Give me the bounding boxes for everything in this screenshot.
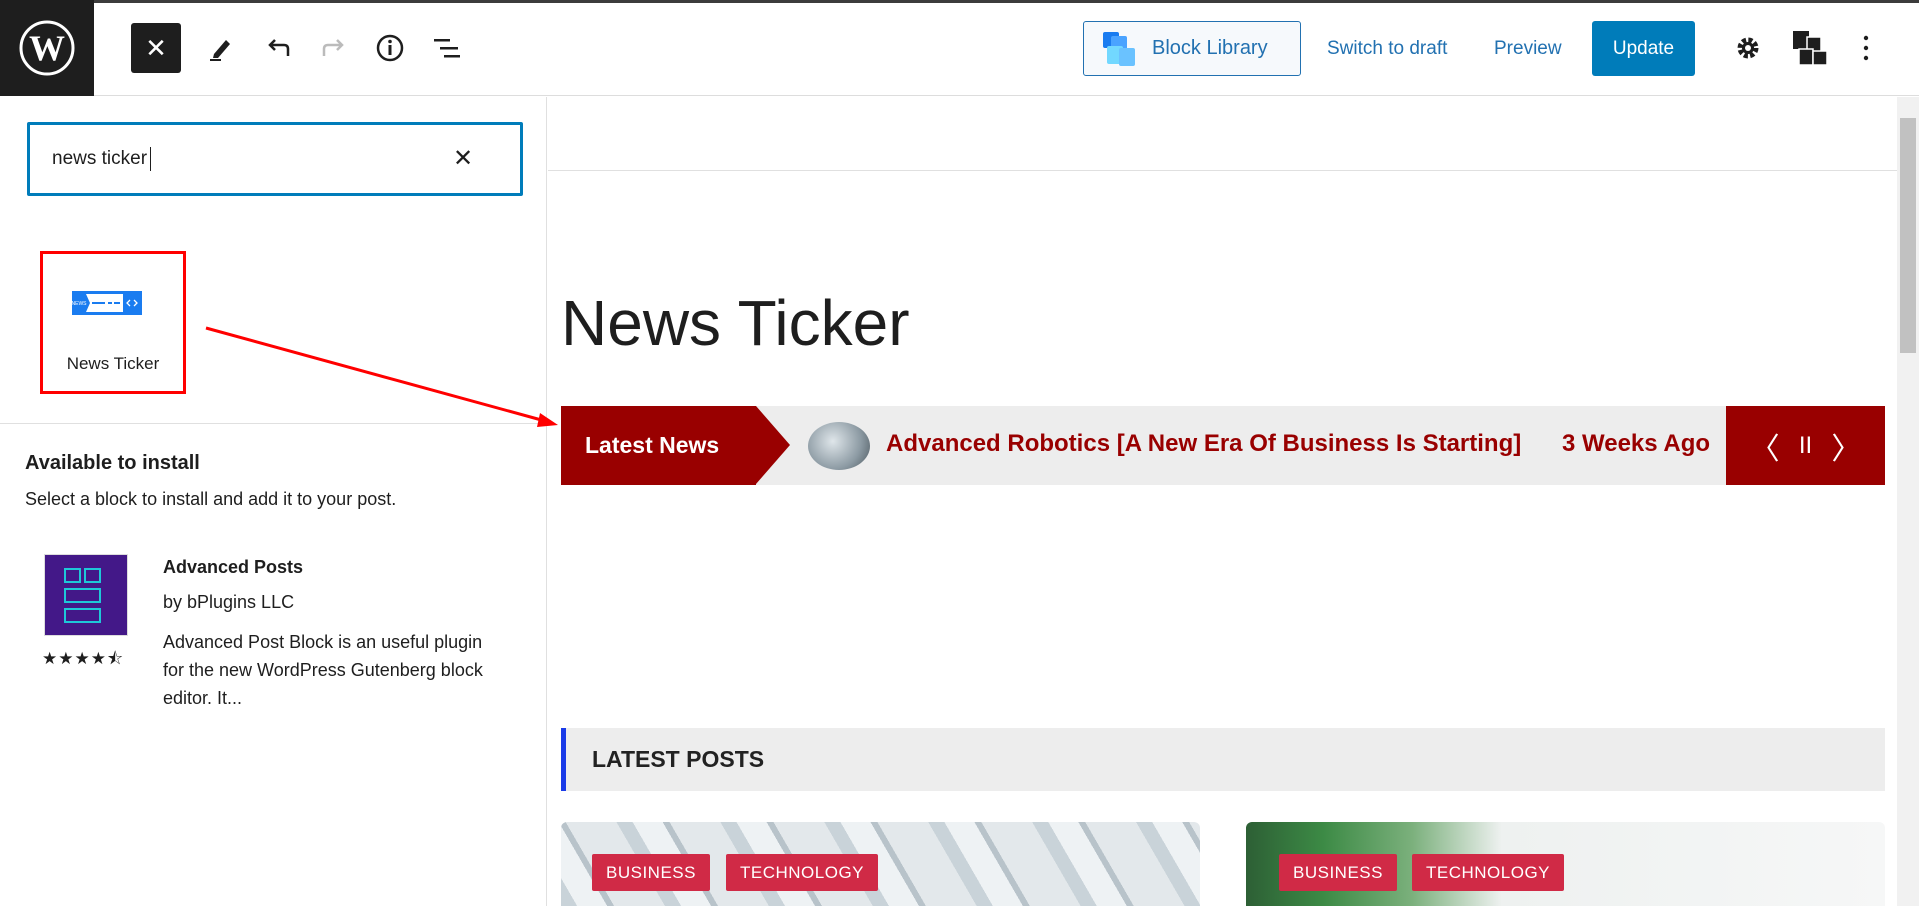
block-result-label: News Ticker <box>66 354 160 373</box>
available-to-install-heading: Available to install <box>25 452 200 474</box>
ticker-label-arrow <box>756 406 790 484</box>
switch-to-draft-button[interactable]: Switch to draft <box>1327 21 1447 76</box>
ticker-controls: 〈 II 〉 <box>1726 406 1885 485</box>
settings-gear-icon[interactable] <box>1728 28 1768 68</box>
sidebar-divider <box>0 423 547 424</box>
scrollbar-thumb[interactable] <box>1900 118 1916 353</box>
block-library-button[interactable]: Block Library <box>1083 21 1301 76</box>
update-button[interactable]: Update <box>1592 21 1695 76</box>
wordpress-icon: W <box>19 20 75 76</box>
advanced-posts-plugin-icon[interactable] <box>44 554 128 636</box>
block-library-icon <box>1103 31 1135 66</box>
category-tag[interactable]: BUSINESS <box>592 854 710 891</box>
block-library-label: Block Library <box>1152 37 1268 59</box>
preview-button[interactable]: Preview <box>1494 21 1562 76</box>
ticker-thumbnail <box>808 422 870 470</box>
news-ticker-block-icon: NEWS <box>72 291 142 315</box>
block-result-news-ticker[interactable]: NEWS News Ticker <box>40 251 186 394</box>
ticker-headline[interactable]: Advanced Robotics [A New Era Of Business… <box>886 430 1521 458</box>
plugin-description: Advanced Post Block is an useful plugin … <box>163 632 483 708</box>
category-tag[interactable]: TECHNOLOGY <box>726 854 879 891</box>
category-tag[interactable]: BUSINESS <box>1279 854 1397 891</box>
plugin-rating-stars: ★★★★⯪ <box>42 649 125 668</box>
undo-icon[interactable] <box>258 28 298 68</box>
wordpress-logo[interactable]: W <box>0 0 94 96</box>
latest-posts-title: LATEST POSTS <box>592 746 765 772</box>
svg-text:W: W <box>29 28 65 68</box>
edit-pencil-icon[interactable] <box>200 28 240 68</box>
ticker-time: 3 Weeks Ago <box>1562 430 1711 457</box>
ticker-pause-icon[interactable]: II <box>1799 432 1812 460</box>
editor-header-divider <box>548 170 1897 171</box>
latest-posts-heading: LATEST POSTS <box>561 728 1885 791</box>
plugin-author: by bPlugins LLC <box>163 592 295 612</box>
plugin-title[interactable]: Advanced Posts <box>163 557 303 578</box>
category-tag[interactable]: TECHNOLOGY <box>1412 854 1565 891</box>
close-inserter-button[interactable]: ✕ <box>131 23 181 73</box>
ticker-label: Latest News <box>561 406 756 485</box>
ticker-prev-icon[interactable]: 〈 <box>1750 424 1780 468</box>
search-value: news ticker <box>52 148 148 169</box>
available-to-install-subtitle: Select a block to install and add it to … <box>25 489 397 509</box>
info-icon[interactable] <box>370 28 410 68</box>
list-view-icon[interactable] <box>427 28 467 68</box>
plugin-blocks-icon[interactable] <box>1790 28 1830 68</box>
ticker-next-icon[interactable]: 〉 <box>1831 424 1861 468</box>
post-heading[interactable]: News Ticker <box>561 286 910 360</box>
window-top-border <box>0 0 1919 3</box>
svg-text:NEWS: NEWS <box>72 301 87 307</box>
more-options-icon[interactable] <box>1846 28 1886 68</box>
clear-search-icon[interactable]: ✕ <box>448 143 478 173</box>
redo-icon[interactable] <box>314 28 354 68</box>
